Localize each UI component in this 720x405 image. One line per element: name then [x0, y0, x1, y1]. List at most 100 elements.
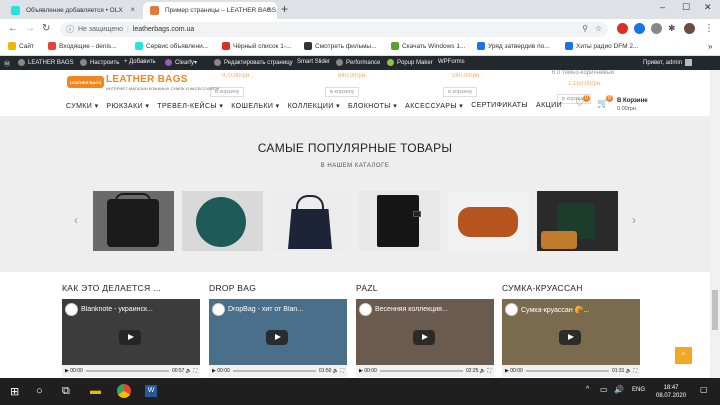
- bookmark-item[interactable]: Скачать Windows 1...: [391, 42, 465, 50]
- task-view-icon[interactable]: ⧉: [62, 385, 70, 398]
- volume-icon[interactable]: 🔈: [186, 368, 192, 374]
- nav-item-notebooks[interactable]: БЛОКНОТЫ ▾: [348, 102, 397, 110]
- wp-smart-slider[interactable]: Smart Slider: [297, 59, 330, 65]
- play-icon[interactable]: ▶: [505, 368, 509, 374]
- fullscreen-icon[interactable]: ⛶: [633, 368, 637, 374]
- product-card-notebook[interactable]: [359, 191, 440, 251]
- back-icon[interactable]: ←: [8, 23, 18, 34]
- product-card-round-bag[interactable]: [182, 191, 263, 251]
- play-icon[interactable]: ▶: [212, 368, 216, 374]
- video-title[interactable]: Весенняя коллекция...: [375, 306, 448, 313]
- search-icon[interactable]: ○: [36, 385, 43, 397]
- minimize-icon[interactable]: –: [660, 2, 665, 12]
- nav-item-bags[interactable]: СУМКИ ▾: [66, 102, 98, 110]
- video-title[interactable]: DropBag - хит от Blan...: [228, 306, 303, 313]
- ghost-cart-button[interactable]: в корзину: [443, 87, 478, 97]
- video-title[interactable]: Сумка-круассан 🥐...: [521, 306, 589, 314]
- fullscreen-icon[interactable]: ⛶: [193, 368, 197, 374]
- puzzle-icon[interactable]: ✱: [668, 23, 676, 34]
- close-icon[interactable]: ×: [266, 5, 271, 14]
- ghost-cart-button[interactable]: в корзину: [325, 87, 360, 97]
- product-card-tote[interactable]: [270, 191, 351, 251]
- progress-bar[interactable]: [85, 370, 169, 372]
- play-icon[interactable]: ▶: [65, 368, 69, 374]
- windows-start-icon[interactable]: ⊞: [10, 385, 19, 398]
- forward-icon[interactable]: →: [25, 23, 35, 34]
- menu-icon[interactable]: ⋮: [704, 23, 714, 34]
- wp-clearfy[interactable]: Clearfy ▾: [165, 59, 197, 66]
- wp-logo-icon[interactable]: Ⓦ: [4, 59, 10, 68]
- back-to-top-button[interactable]: ^: [675, 347, 692, 364]
- nav-item-wallets[interactable]: КОШЕЛЬКИ ▾: [231, 102, 279, 110]
- nav-item-travel-cases[interactable]: ТРЕВЕЛ-КЕЙСЫ ▾: [157, 102, 223, 110]
- avatar[interactable]: [684, 23, 695, 34]
- video-player[interactable]: DropBag - хит от Blan... ▶ 00:00 01:50 🔈…: [209, 299, 347, 377]
- language-indicator[interactable]: ENG: [632, 387, 645, 393]
- volume-icon[interactable]: 🔈: [480, 368, 486, 374]
- extension-icon[interactable]: [617, 23, 628, 34]
- network-icon[interactable]: ▭: [600, 385, 608, 394]
- bookmark-item[interactable]: Сайт: [8, 42, 34, 50]
- bookmark-item[interactable]: Хиты радио DFM 2...: [565, 42, 638, 50]
- new-tab-button[interactable]: +: [281, 2, 288, 16]
- volume-icon[interactable]: 🔊: [614, 385, 624, 394]
- video-player[interactable]: Сумка-круассан 🥐... ▶ 00:00 01:31 🔈 ⛶: [502, 299, 640, 377]
- video-player[interactable]: Blanknote - украинск... ▶ 00:00 00:57 🔈 …: [62, 299, 200, 377]
- cart-label[interactable]: В Корзине: [617, 98, 648, 104]
- play-button[interactable]: [559, 330, 581, 345]
- url-omnibox[interactable]: ⓘ Не защищено | leatherbags.com.ua ☆ ⚲: [60, 22, 608, 37]
- video-title[interactable]: Blanknote - украинск...: [81, 306, 153, 313]
- wp-customize[interactable]: Настроить: [80, 59, 119, 66]
- more-bookmarks-icon[interactable]: »: [708, 42, 712, 51]
- bookmark-item[interactable]: Смотреть фильмы...: [304, 42, 377, 50]
- maximize-icon[interactable]: ☐: [682, 2, 690, 13]
- wp-popup-maker[interactable]: Popup Maker: [387, 59, 433, 66]
- wp-wpforms[interactable]: WPForms: [438, 59, 465, 65]
- file-explorer-icon[interactable]: ▬: [90, 385, 101, 397]
- play-button[interactable]: [413, 330, 435, 345]
- volume-icon[interactable]: 🔈: [626, 368, 632, 374]
- bookmark-item[interactable]: Сервис объявлени...: [135, 42, 208, 50]
- notifications-icon[interactable]: ▢: [700, 385, 708, 394]
- bookmark-item[interactable]: Чёрный список 1-...: [222, 42, 291, 50]
- carousel-next-button[interactable]: ›: [632, 213, 636, 227]
- page-scrollbar[interactable]: [710, 70, 720, 378]
- fullscreen-icon[interactable]: ⛶: [487, 368, 491, 374]
- nav-item-sales[interactable]: АКЦИИ: [536, 102, 562, 110]
- nav-item-certificates[interactable]: СЕРТИФИКАТЫ: [471, 102, 528, 110]
- tab-leatherbags[interactable]: Пример страницы – LEATHER BAGS ×: [143, 2, 277, 19]
- wp-user-greeting[interactable]: Привет, admin: [643, 59, 695, 66]
- carousel-prev-button[interactable]: ‹: [74, 213, 78, 227]
- bookmark-item[interactable]: Уряд затвердив по...: [477, 42, 550, 50]
- clock[interactable]: 18:47 08.07.2020: [656, 384, 686, 400]
- product-card-backpack[interactable]: [93, 191, 174, 251]
- progress-bar[interactable]: [232, 370, 316, 372]
- wp-edit-page[interactable]: Редактировать страницу: [214, 59, 293, 66]
- video-player[interactable]: Весенняя коллекция... ▶ 00:00 02:25 🔈 ⛶: [356, 299, 494, 377]
- download-icon[interactable]: [634, 23, 645, 34]
- logo-title[interactable]: LEATHER BAGS: [106, 74, 188, 85]
- word-icon[interactable]: W: [145, 385, 157, 397]
- bookmark-item[interactable]: Входящие - denis...: [48, 42, 117, 50]
- play-icon[interactable]: ▶: [359, 368, 363, 374]
- tray-chevron-icon[interactable]: ^: [586, 386, 589, 393]
- play-button[interactable]: [266, 330, 288, 345]
- reload-icon[interactable]: ↻: [42, 23, 50, 34]
- nav-item-backpacks[interactable]: РЮКЗАКИ ▾: [106, 102, 149, 110]
- chrome-icon[interactable]: [117, 384, 131, 398]
- wp-performance[interactable]: Performance: [336, 59, 380, 66]
- fullscreen-icon[interactable]: ⛶: [340, 368, 344, 374]
- extension-icon[interactable]: [651, 23, 662, 34]
- close-icon[interactable]: ×: [130, 5, 135, 14]
- progress-bar[interactable]: [525, 370, 609, 372]
- nav-item-collections[interactable]: КОЛЛЕКЦИИ ▾: [288, 102, 340, 110]
- wp-add-new[interactable]: + Добавить: [124, 59, 156, 65]
- nav-item-accessories[interactable]: АКСЕССУАРЫ ▾: [405, 102, 463, 110]
- product-card-crossbody[interactable]: [537, 191, 618, 251]
- volume-icon[interactable]: 🔈: [333, 368, 339, 374]
- logo-badge[interactable]: LEATHER BAGS: [67, 76, 104, 88]
- close-window-icon[interactable]: ✕: [704, 2, 712, 13]
- tab-olx[interactable]: Объявление добавляется • OLX ×: [4, 2, 141, 19]
- play-button[interactable]: [119, 330, 141, 345]
- scrollbar-thumb[interactable]: [712, 290, 718, 330]
